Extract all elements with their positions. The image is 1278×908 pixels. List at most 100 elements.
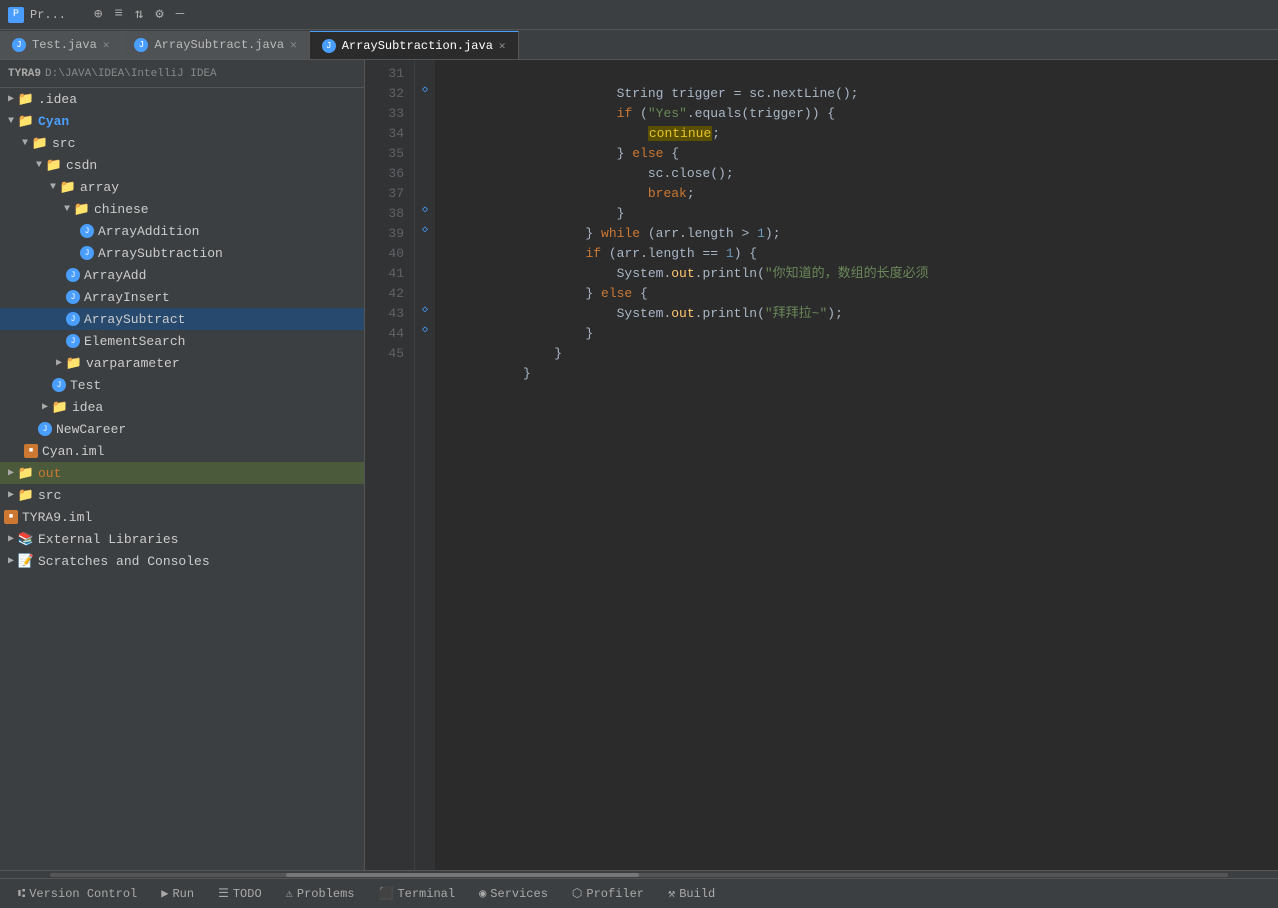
- layout-icon[interactable]: ⇅: [135, 6, 143, 23]
- line-num-43: 43: [365, 304, 414, 324]
- sidebar-item-csdn[interactable]: ▼ 📁 csdn: [0, 154, 364, 176]
- project-label: TYRA9: [8, 68, 41, 80]
- bottom-tab-profiler[interactable]: ⬡ Profiler: [562, 882, 654, 906]
- arrow-icon: ▼: [46, 182, 60, 193]
- sidebar-item-arrayadd[interactable]: J ArrayAdd: [0, 264, 364, 286]
- version-control-icon: ⑆: [18, 887, 25, 901]
- sidebar-item-src2[interactable]: ▶ 📁 src: [0, 484, 364, 506]
- sidebar-item-tyra9-iml[interactable]: ■ TYRA9.iml: [0, 506, 364, 528]
- arrow-icon: ▶: [4, 467, 18, 479]
- settings-icon[interactable]: ⚙: [155, 6, 163, 23]
- structure-icon[interactable]: ≡: [114, 6, 122, 23]
- sidebar-item-cyan-iml[interactable]: ■ Cyan.iml: [0, 440, 364, 462]
- java-file-icon: J: [80, 246, 94, 260]
- item-label: chinese: [94, 202, 149, 217]
- item-label: idea: [72, 400, 103, 415]
- gutter-33: [415, 100, 435, 120]
- gutter-31: [415, 60, 435, 80]
- sidebar-item-src[interactable]: ▼ 📁 src: [0, 132, 364, 154]
- java-icon: J: [134, 38, 148, 52]
- bottom-tab-run[interactable]: ▶ Run: [151, 882, 204, 906]
- close-icon[interactable]: ✕: [103, 38, 110, 52]
- folder-icon: 📁: [18, 488, 34, 503]
- app-title: Pr...: [30, 8, 66, 22]
- line-num-34: 34: [365, 124, 414, 144]
- close-icon[interactable]: ✕: [499, 39, 506, 53]
- tab-label: ArraySubtraction.java: [342, 39, 493, 53]
- horizontal-scrollbar[interactable]: [50, 873, 1228, 877]
- arrow-icon: ▶: [38, 401, 52, 413]
- gutter-32: ◇: [415, 80, 435, 100]
- iml-file-icon: ■: [4, 510, 18, 524]
- bottom-tab-services[interactable]: ◉ Services: [469, 882, 558, 906]
- gutter-36: [415, 160, 435, 180]
- tab-arraysubtract[interactable]: J ArraySubtract.java ✕: [122, 31, 309, 59]
- title-bar: P Pr... ⊕ ≡ ⇅ ⚙ —: [0, 0, 1278, 30]
- item-label: src: [38, 488, 61, 503]
- folder-icon: 📁: [18, 114, 34, 129]
- sidebar-item-varparameter[interactable]: ▶ 📁 varparameter: [0, 352, 364, 374]
- sidebar-item-idea[interactable]: ▶ 📁 .idea: [0, 88, 364, 110]
- sidebar-item-test[interactable]: J Test: [0, 374, 364, 396]
- sidebar-item-arrayinsert[interactable]: J ArrayInsert: [0, 286, 364, 308]
- item-label: csdn: [66, 158, 97, 173]
- bottom-tab-label: Run: [172, 887, 194, 901]
- item-label: ArraySubtraction: [98, 246, 223, 261]
- gutter-45: [415, 340, 435, 360]
- sidebar-item-chinese[interactable]: ▼ 📁 chinese: [0, 198, 364, 220]
- sidebar-item-newcareer[interactable]: J NewCareer: [0, 418, 364, 440]
- folder-icon: 📁: [74, 202, 90, 217]
- minimize-icon[interactable]: —: [176, 6, 184, 23]
- todo-icon: ☰: [218, 886, 229, 901]
- bottom-tab-build[interactable]: ⚒ Build: [658, 882, 725, 906]
- arrow-icon: ▶: [4, 489, 18, 501]
- line-num-38: 38: [365, 204, 414, 224]
- gutter-38: ◇: [415, 200, 435, 220]
- folder-icon: 📁: [52, 400, 68, 415]
- gutter-37: [415, 180, 435, 200]
- bottom-tab-label: Terminal: [397, 887, 455, 901]
- bottom-tab-label: TODO: [233, 887, 262, 901]
- tab-arraysubtraction[interactable]: J ArraySubtraction.java ✕: [310, 31, 519, 59]
- bottom-tab-todo[interactable]: ☰ TODO: [208, 882, 272, 906]
- tab-label: ArraySubtract.java: [154, 38, 284, 52]
- tab-bar: J Test.java ✕ J ArraySubtract.java ✕ J A…: [0, 30, 1278, 60]
- sidebar-item-arraysubtract[interactable]: J ArraySubtract: [0, 308, 364, 330]
- arrow-icon: ▶: [4, 93, 18, 105]
- sidebar-item-arraysubtraction[interactable]: J ArraySubtraction: [0, 242, 364, 264]
- bottom-tab-terminal[interactable]: ⬛ Terminal: [369, 882, 466, 906]
- code-lines[interactable]: String trigger = sc.nextLine(); if ("Yes…: [435, 60, 1278, 870]
- problems-icon: ⚠: [286, 886, 293, 901]
- line-num-37: 37: [365, 184, 414, 204]
- item-label: out: [38, 466, 61, 481]
- bottom-tab-version-control[interactable]: ⑆ Version Control: [8, 882, 147, 906]
- gutter-35: [415, 140, 435, 160]
- java-file-icon: J: [80, 224, 94, 238]
- gutter-41: [415, 260, 435, 280]
- sidebar-item-out[interactable]: ▶ 📁 out: [0, 462, 364, 484]
- line-num-42: 42: [365, 284, 414, 304]
- code-editor: 31 32 33 34 35 36 37 38 39 40 41 42 43 4…: [365, 60, 1278, 870]
- item-label: .idea: [38, 92, 77, 107]
- java-icon: J: [322, 39, 336, 53]
- tab-test[interactable]: J Test.java ✕: [0, 31, 122, 59]
- sidebar-item-cyan[interactable]: ▼ 📁 Cyan: [0, 110, 364, 132]
- bottom-tab-label: Build: [679, 887, 715, 901]
- bottom-tab-problems[interactable]: ⚠ Problems: [276, 882, 365, 906]
- arrow-icon: ▶: [4, 555, 18, 567]
- sidebar-item-array[interactable]: ▼ 📁 array: [0, 176, 364, 198]
- sidebar-item-scratches[interactable]: ▶ 📝 Scratches and Consoles: [0, 550, 364, 572]
- item-label: Cyan.iml: [42, 444, 104, 459]
- arrow-icon: ▼: [4, 116, 18, 127]
- item-label: ArrayInsert: [84, 290, 170, 305]
- close-icon[interactable]: ✕: [290, 38, 297, 52]
- scrollbar-area[interactable]: [0, 870, 1278, 878]
- sidebar-item-idea2[interactable]: ▶ 📁 idea: [0, 396, 364, 418]
- java-icon: J: [12, 38, 26, 52]
- line-num-32: 32: [365, 84, 414, 104]
- sidebar-item-elementsearch[interactable]: J ElementSearch: [0, 330, 364, 352]
- new-tab-icon[interactable]: ⊕: [94, 6, 102, 23]
- sidebar-item-ext-libs[interactable]: ▶ 📚 External Libraries: [0, 528, 364, 550]
- item-label: varparameter: [86, 356, 180, 371]
- sidebar-item-arrayaddition[interactable]: J ArrayAddition: [0, 220, 364, 242]
